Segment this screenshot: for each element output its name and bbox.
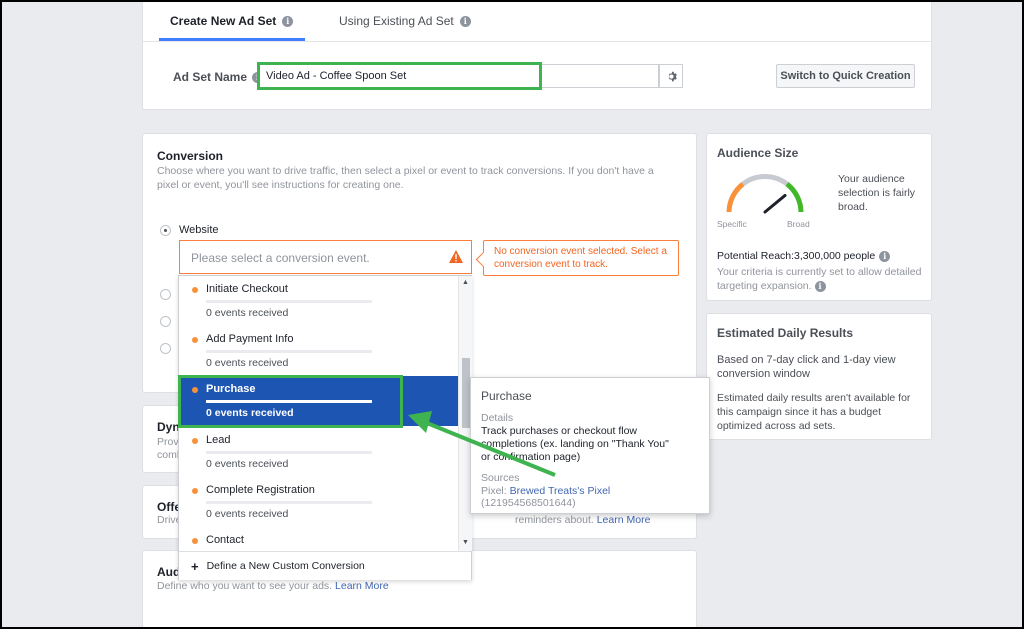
radio-option[interactable] — [160, 316, 171, 327]
conversion-title: Conversion — [157, 149, 224, 163]
potential-reach: Potential Reach:3,300,000 people i — [717, 249, 891, 263]
tab-label: Using Existing Ad Set — [339, 14, 454, 28]
event-name: Complete Registration — [206, 484, 315, 496]
tooltip-details-label: Details — [481, 412, 514, 424]
list-item-purchase[interactable]: Purchase 0 events received — [179, 376, 458, 426]
offer-learn-more-link[interactable]: Learn More — [597, 514, 651, 526]
event-count: 0 events received — [206, 307, 289, 319]
conversion-error-tooltip: No conversion event selected. Select a c… — [483, 240, 679, 276]
progress-bar — [206, 400, 372, 403]
event-count: 0 events received — [206, 407, 294, 419]
switch-to-quick-creation-button[interactable]: Switch to Quick Creation — [776, 64, 915, 88]
criteria-note: Your criteria is currently set to allow … — [717, 265, 927, 293]
radio-option[interactable] — [160, 289, 171, 300]
status-dot — [192, 287, 198, 293]
radio-option[interactable] — [160, 343, 171, 354]
radio-website[interactable] — [160, 225, 171, 236]
tooltip-sources-label: Sources — [481, 472, 520, 484]
event-count: 0 events received — [206, 458, 289, 470]
audience-summary: Your audience selection is fairly broad. — [838, 173, 916, 213]
tooltip-pixel-source: Pixel: Brewed Treats's Pixel (1219545685… — [481, 485, 699, 509]
gauge-needle — [763, 193, 787, 214]
conversion-event-list: Initiate Checkout 0 events received Add … — [179, 276, 458, 551]
purchase-details-tooltip: Purchase Details Track purchases or chec… — [470, 377, 710, 514]
audience-desc: Define who you want to see your ads. Lea… — [157, 580, 389, 592]
website-label: Website — [179, 224, 219, 236]
status-dot — [192, 438, 198, 444]
define-custom-conversion-button[interactable]: + Define a New Custom Conversion — [179, 551, 471, 580]
info-icon[interactable]: i — [282, 15, 294, 27]
estimated-basis: Based on 7-day click and 1-day view conv… — [717, 354, 896, 380]
list-item-initiate-checkout[interactable]: Initiate Checkout 0 events received — [179, 276, 458, 326]
event-name: Contact — [206, 534, 244, 546]
status-dot — [192, 337, 198, 343]
scroll-up-icon[interactable]: ▲ — [462, 279, 469, 286]
gauge-broad-label: Broad — [787, 219, 810, 229]
progress-bar — [206, 300, 372, 303]
event-name: Lead — [206, 434, 231, 446]
adset-name-label-text: Ad Set Name — [173, 70, 248, 84]
status-dot — [192, 387, 198, 393]
tooltip-details: Track purchases or checkout flow complet… — [481, 425, 669, 463]
audience-gauge — [726, 174, 804, 214]
progress-bar — [206, 451, 372, 454]
dynamic-creative-desc: Prov — [157, 436, 179, 448]
audience-size-title: Audience Size — [717, 146, 799, 160]
audience-desc-text: Define who you want to see your ads. — [157, 580, 333, 592]
audience-title: Aud — [157, 565, 181, 579]
event-name: Add Payment Info — [206, 333, 294, 345]
pixel-prefix: Pixel: — [481, 485, 507, 497]
adset-name-label: Ad Set Name i — [173, 70, 264, 84]
event-name: Initiate Checkout — [206, 283, 288, 295]
progress-bar — [206, 501, 372, 504]
progress-bar — [206, 350, 372, 353]
potential-reach-text: Potential Reach:3,300,000 people — [717, 250, 876, 262]
estimated-title: Estimated Daily Results — [717, 326, 854, 340]
audience-learn-more-link[interactable]: Learn More — [335, 580, 389, 592]
list-item-contact[interactable]: Contact — [179, 527, 458, 551]
scroll-down-icon[interactable]: ▼ — [462, 539, 469, 546]
plus-icon: + — [191, 558, 199, 574]
conversion-event-dropdown: Initiate Checkout 0 events received Add … — [178, 275, 472, 580]
status-dot — [192, 488, 198, 494]
list-item-add-payment-info[interactable]: Add Payment Info 0 events received — [179, 326, 458, 376]
pixel-link[interactable]: Brewed Treats's Pixel — [510, 485, 611, 497]
estimated-daily-results-card: Estimated Daily Results Based on 7-day c… — [706, 313, 932, 440]
estimated-note: Estimated daily results aren't available… — [717, 392, 911, 432]
gear-icon[interactable] — [659, 64, 683, 88]
conversion-event-placeholder: Please select a conversion event. — [191, 251, 370, 265]
adset-name-input[interactable]: Video Ad - Coffee Spoon Set — [259, 64, 542, 88]
event-count: 0 events received — [206, 357, 289, 369]
list-item-complete-registration[interactable]: Complete Registration 0 events received — [179, 477, 458, 527]
divider — [143, 41, 931, 42]
offer-desc-tail: reminders about. Learn More — [515, 514, 650, 526]
scrollbar-thumb[interactable] — [462, 358, 470, 428]
gauge-specific-label: Specific — [717, 219, 747, 229]
tab-create-new-ad-set[interactable]: Create New Ad Set i — [170, 14, 294, 28]
warning-icon — [449, 250, 463, 266]
event-name: Purchase — [206, 383, 256, 395]
tab-label: Create New Ad Set — [170, 14, 277, 28]
conversion-description: Choose where you want to drive traffic, … — [157, 165, 654, 191]
pixel-id: (121954568501644) — [481, 497, 576, 509]
status-dot — [192, 538, 198, 544]
tooltip-title: Purchase — [481, 389, 532, 403]
define-custom-conversion-label: Define a New Custom Conversion — [206, 560, 365, 572]
audience-size-card: Audience Size Specific Broad Your audien… — [706, 133, 932, 301]
event-count: 0 events received — [206, 508, 289, 520]
list-item-lead[interactable]: Lead 0 events received — [179, 427, 458, 477]
tab-using-existing-ad-set[interactable]: Using Existing Ad Set i — [339, 14, 471, 28]
info-icon[interactable]: i — [814, 280, 826, 292]
adset-header-card: Create New Ad Set i Using Existing Ad Se… — [142, 0, 932, 110]
dynamic-creative-title: Dyn — [157, 420, 180, 434]
info-icon[interactable]: i — [459, 15, 471, 27]
conversion-event-select[interactable]: Please select a conversion event. — [179, 240, 472, 274]
adset-name-input-extension[interactable] — [541, 64, 659, 88]
offer-desc-tail-text: reminders about. — [515, 514, 594, 526]
info-icon[interactable]: i — [879, 250, 891, 262]
